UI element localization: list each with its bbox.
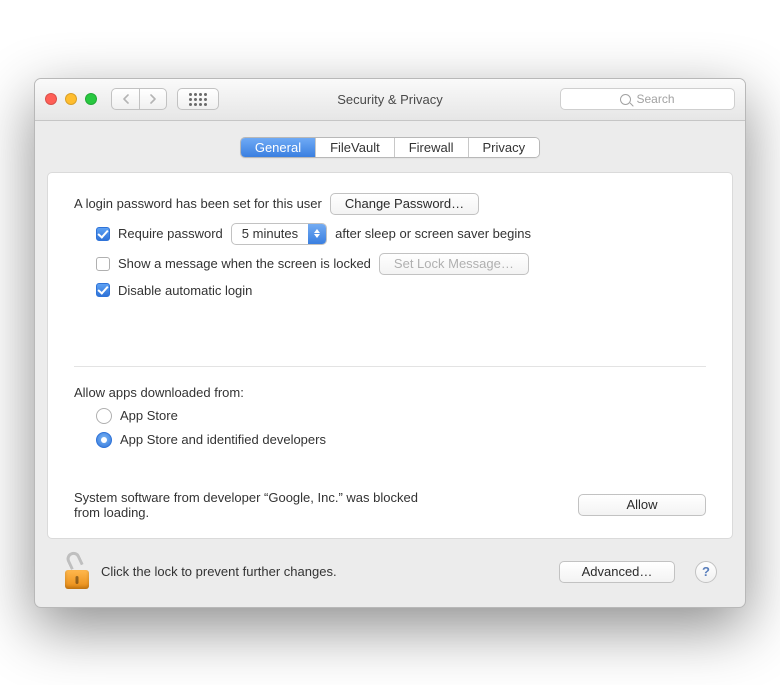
tab-group: General FileVault Firewall Privacy <box>240 137 540 158</box>
tab-general[interactable]: General <box>241 138 316 157</box>
lock-icon[interactable] <box>63 555 91 589</box>
show-message-row: Show a message when the screen is locked… <box>96 253 706 275</box>
panel: A login password has been set for this u… <box>47 172 733 539</box>
change-password-button[interactable]: Change Password… <box>330 193 479 215</box>
tab-filevault[interactable]: FileVault <box>316 138 395 157</box>
tabs: General FileVault Firewall Privacy <box>47 137 733 158</box>
titlebar: Security & Privacy Search <box>35 79 745 121</box>
minimize-button[interactable] <box>65 93 77 105</box>
blocked-software-row: System software from developer “Google, … <box>74 490 706 520</box>
radio-app-store-input[interactable] <box>96 408 112 424</box>
radio-identified-dev: App Store and identified developers <box>96 432 706 448</box>
require-password-checkbox[interactable] <box>96 227 110 241</box>
search-icon <box>620 94 631 105</box>
help-button[interactable]: ? <box>695 561 717 583</box>
maximize-button[interactable] <box>85 93 97 105</box>
disable-auto-login-checkbox[interactable] <box>96 283 110 297</box>
traffic-lights <box>45 93 97 105</box>
radio-app-store: App Store <box>96 408 706 424</box>
login-password-text: A login password has been set for this u… <box>74 196 322 211</box>
delay-value: 5 minutes <box>232 226 308 241</box>
nav-buttons <box>111 88 167 110</box>
allow-apps-section: Allow apps downloaded from: App Store Ap… <box>74 367 706 520</box>
radio-app-store-label: App Store <box>120 408 178 423</box>
search-placeholder: Search <box>636 92 674 106</box>
disable-auto-login-row: Disable automatic login <box>96 283 706 298</box>
require-password-label-before: Require password <box>118 226 223 241</box>
select-caret-icon <box>308 224 326 244</box>
grid-icon <box>189 93 207 106</box>
tab-privacy[interactable]: Privacy <box>469 138 540 157</box>
lock-text: Click the lock to prevent further change… <box>101 564 549 579</box>
search-input[interactable]: Search <box>560 88 735 110</box>
show-message-label: Show a message when the screen is locked <box>118 256 371 271</box>
allow-apps-label: Allow apps downloaded from: <box>74 385 706 400</box>
tab-firewall[interactable]: Firewall <box>395 138 469 157</box>
radio-identified-dev-input[interactable] <box>96 432 112 448</box>
require-password-delay-select[interactable]: 5 minutes <box>231 223 327 245</box>
login-section: A login password has been set for this u… <box>74 193 706 367</box>
disable-auto-login-label: Disable automatic login <box>118 283 252 298</box>
login-password-row: A login password has been set for this u… <box>74 193 706 215</box>
content: General FileVault Firewall Privacy A log… <box>35 121 745 607</box>
show-message-checkbox[interactable] <box>96 257 110 271</box>
radio-identified-dev-label: App Store and identified developers <box>120 432 326 447</box>
allow-button[interactable]: Allow <box>578 494 706 516</box>
back-button[interactable] <box>111 88 139 110</box>
footer: Click the lock to prevent further change… <box>47 539 733 607</box>
blocked-software-text: System software from developer “Google, … <box>74 490 434 520</box>
require-password-row: Require password 5 minutes after sleep o… <box>96 223 706 245</box>
preferences-window: Security & Privacy Search General FileVa… <box>34 78 746 608</box>
forward-button[interactable] <box>139 88 167 110</box>
close-button[interactable] <box>45 93 57 105</box>
require-password-label-after: after sleep or screen saver begins <box>335 226 531 241</box>
set-lock-message-button[interactable]: Set Lock Message… <box>379 253 529 275</box>
advanced-button[interactable]: Advanced… <box>559 561 675 583</box>
show-all-button[interactable] <box>177 88 219 110</box>
